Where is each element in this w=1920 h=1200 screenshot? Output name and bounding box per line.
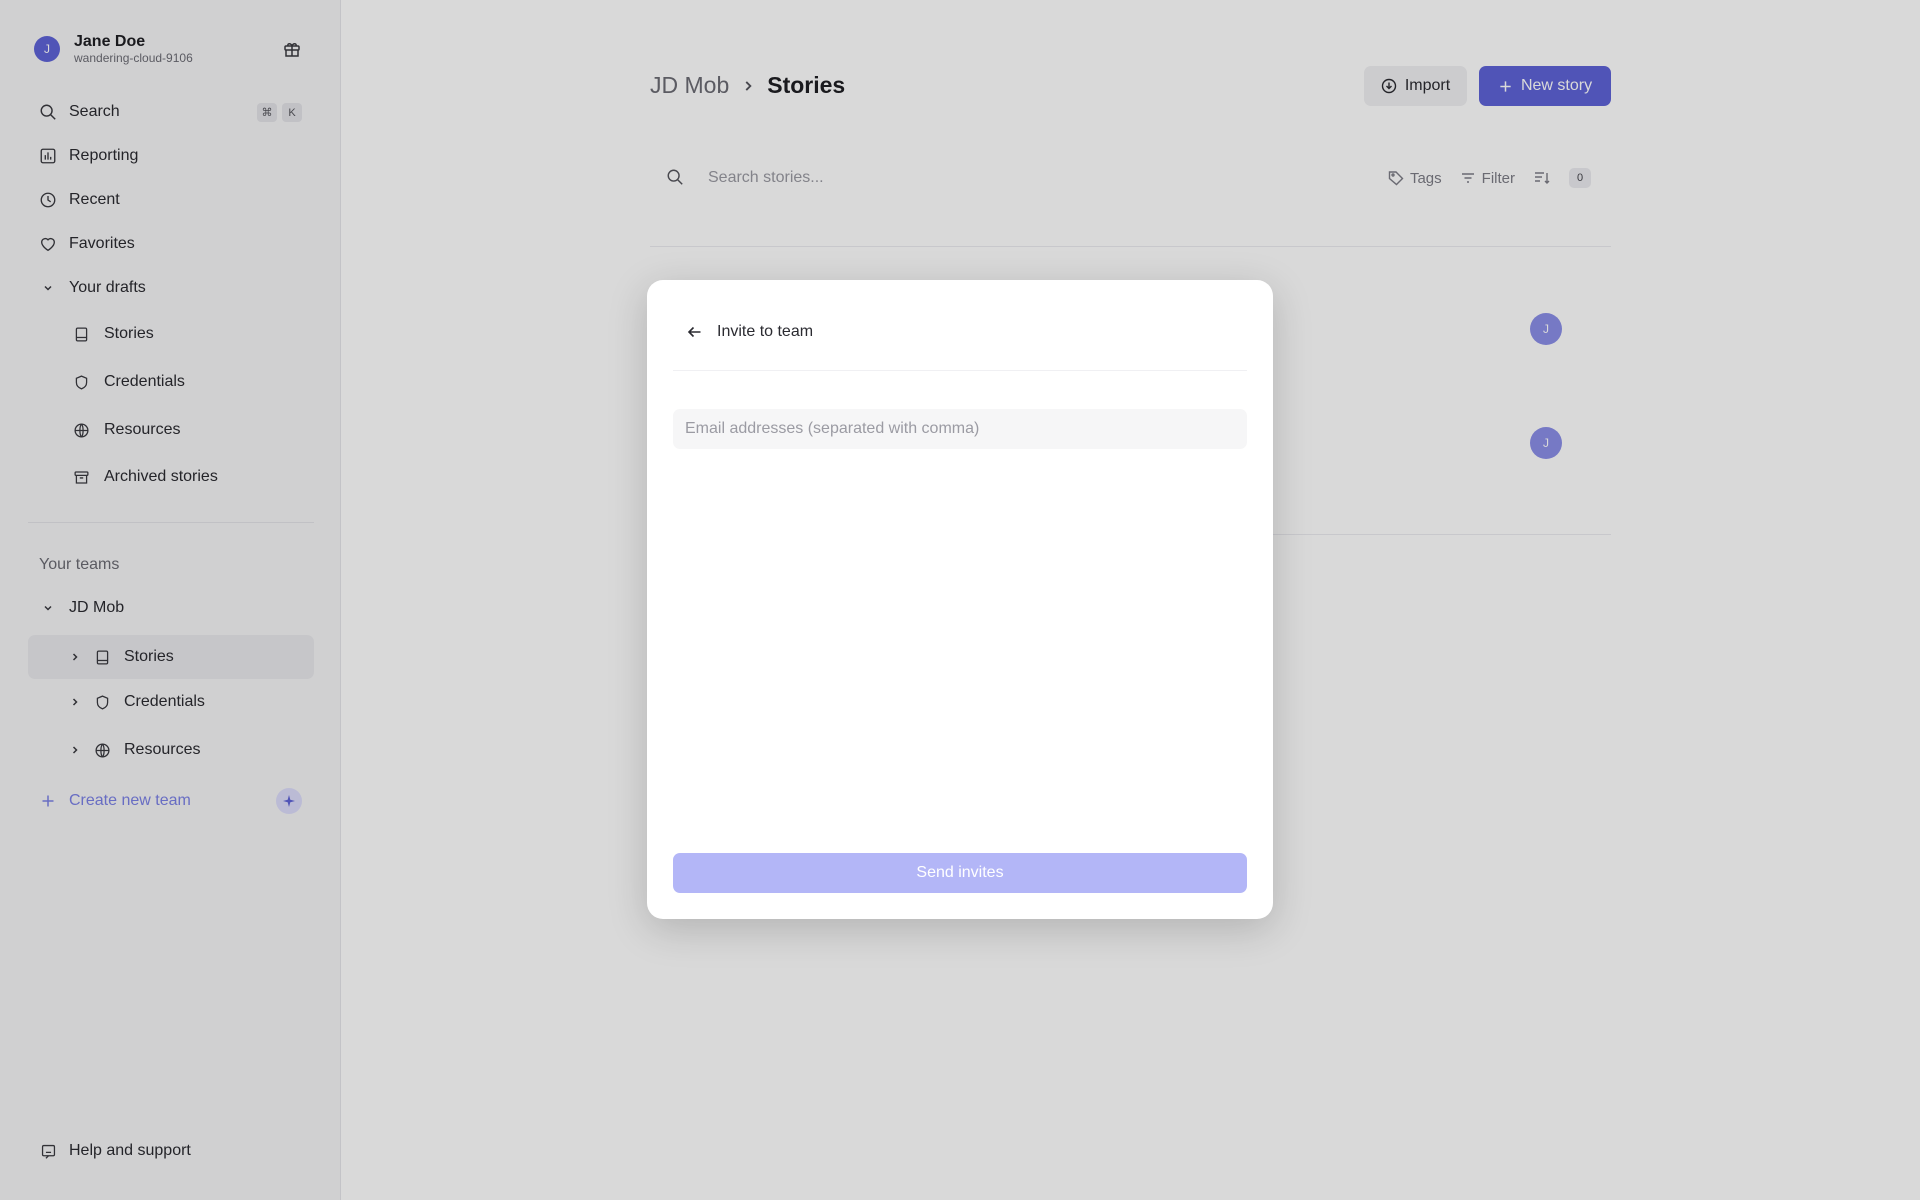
invite-to-team-dialog: Invite to team Send invites [647, 280, 1273, 919]
dialog-header: Invite to team [673, 314, 1247, 350]
dialog-divider [673, 370, 1247, 371]
back-arrow-icon[interactable] [683, 320, 707, 344]
email-addresses-input[interactable] [673, 409, 1247, 449]
send-invites-button[interactable]: Send invites [673, 853, 1247, 893]
dialog-title: Invite to team [717, 323, 814, 340]
